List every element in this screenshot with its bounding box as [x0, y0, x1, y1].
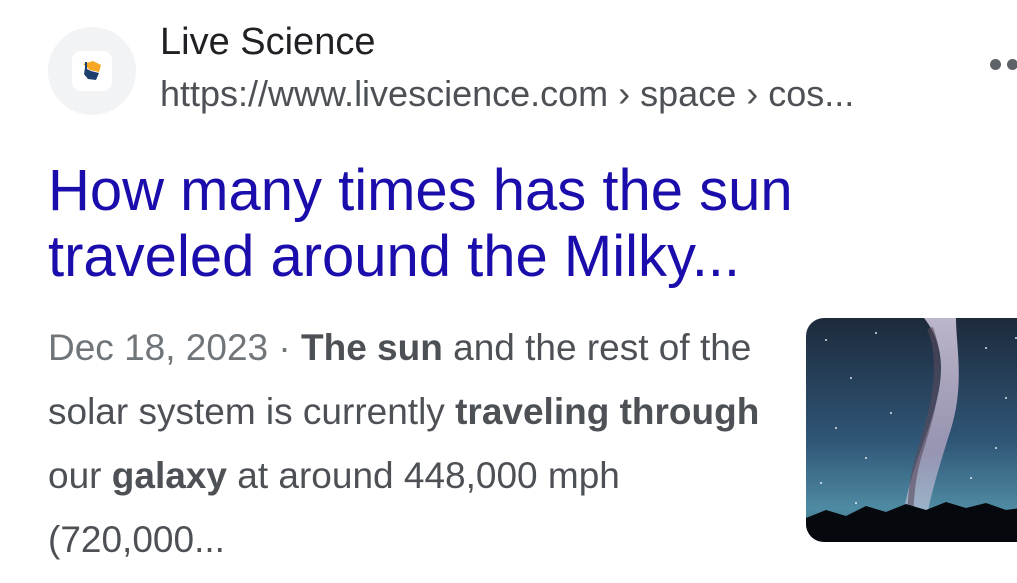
more-options-button[interactable]	[985, 50, 1017, 80]
more-dot	[1007, 59, 1017, 70]
site-url[interactable]: https://www.livescience.com › space › co…	[160, 72, 854, 116]
date-separator: ·	[268, 327, 301, 368]
snippet-segment: our	[48, 455, 112, 496]
livescience-logo-icon	[72, 51, 112, 91]
result-snippet: Dec 18, 2023 · The sun and the rest of t…	[48, 316, 768, 572]
result-date: Dec 18, 2023	[48, 327, 269, 368]
snippet-highlight: traveling through	[455, 391, 760, 432]
search-result: Live Science https://www.livescience.com…	[0, 0, 1017, 583]
milky-way-night-sky-image[interactable]	[806, 318, 1017, 542]
site-favicon[interactable]	[48, 27, 136, 115]
more-dots-icon	[990, 59, 1001, 70]
result-title-link[interactable]: How many times has the sun traveled arou…	[48, 158, 948, 290]
snippet-highlight: The sun	[301, 327, 443, 368]
site-name[interactable]: Live Science	[160, 20, 375, 64]
snippet-highlight: galaxy	[111, 455, 227, 496]
